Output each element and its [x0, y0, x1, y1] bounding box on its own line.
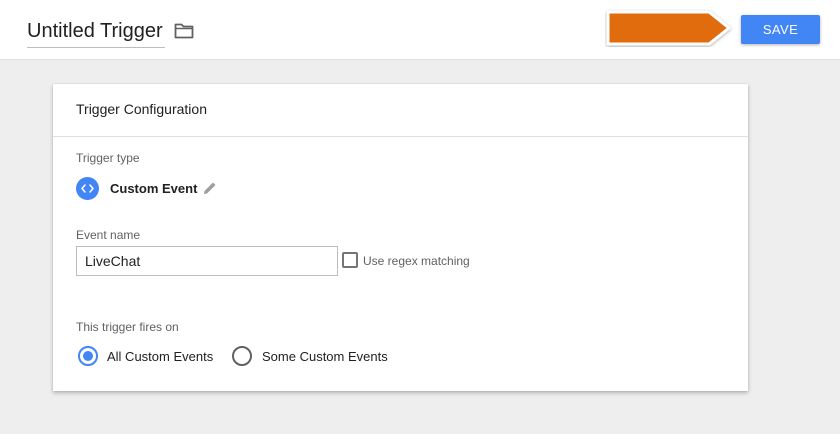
top-bar: Untitled Trigger SAVE	[0, 0, 840, 60]
trigger-title-field[interactable]: Untitled Trigger	[27, 17, 165, 48]
trigger-type-name: Custom Event	[110, 181, 198, 196]
trigger-title[interactable]: Untitled Trigger	[27, 20, 163, 42]
regex-matching-label[interactable]: Use regex matching	[363, 254, 470, 268]
all-custom-events-radio[interactable]	[78, 346, 98, 366]
event-name-label: Event name	[76, 228, 141, 242]
some-custom-events-radio[interactable]	[232, 346, 252, 366]
fires-on-label: This trigger fires on	[76, 320, 179, 334]
event-name-input[interactable]	[76, 246, 338, 276]
folder-icon[interactable]	[174, 22, 194, 40]
all-custom-events-label[interactable]: All Custom Events	[107, 349, 213, 364]
trigger-type-label: Trigger type	[76, 151, 140, 165]
pencil-icon[interactable]	[203, 181, 217, 195]
some-custom-events-label[interactable]: Some Custom Events	[262, 349, 388, 364]
card-title: Trigger Configuration	[76, 101, 207, 117]
save-button[interactable]: SAVE	[741, 15, 820, 44]
regex-matching-checkbox[interactable]	[342, 252, 358, 268]
trigger-configuration-card: Trigger Configuration Trigger type Custo…	[53, 84, 748, 391]
code-brackets-icon	[76, 177, 99, 200]
card-header: Trigger Configuration	[53, 84, 748, 137]
pointer-arrow-annotation	[606, 10, 731, 46]
